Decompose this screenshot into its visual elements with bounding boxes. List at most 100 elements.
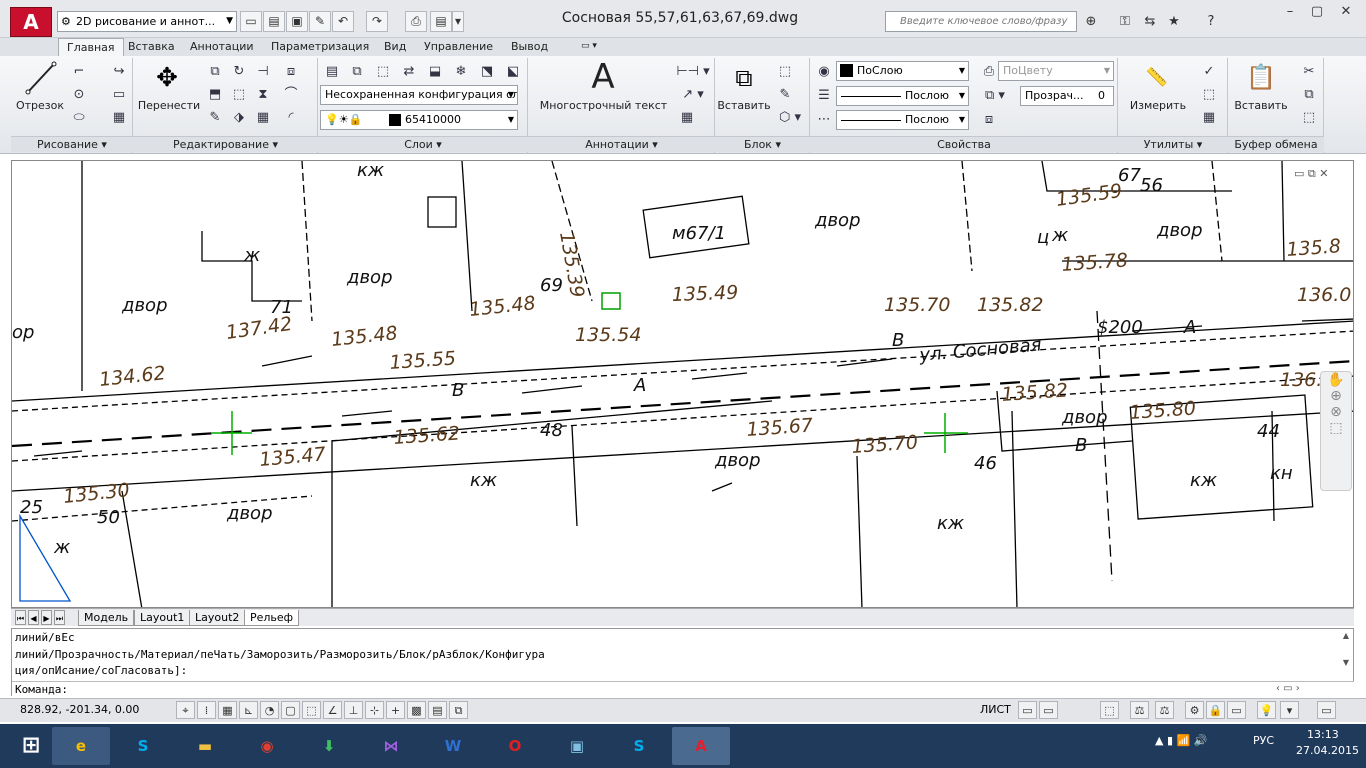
command-scrollbar[interactable]: ▲ ▼: [1340, 631, 1352, 679]
selection-cycling-icon[interactable]: ⧉: [449, 701, 468, 719]
coordinates-readout[interactable]: 828.92, -201.34, 0.00: [20, 703, 170, 719]
layer-config-combo[interactable]: Несохраненная конфигурация сл ▼: [320, 85, 518, 105]
arc-icon[interactable]: ↪: [108, 61, 130, 82]
opera-icon[interactable]: O: [486, 727, 544, 765]
binoculars-icon[interactable]: ⊕: [1080, 12, 1102, 32]
drawing-canvas[interactable]: 137.42 135.48 135.55 134.62 135.48 135.54 135.…: [11, 160, 1354, 608]
open-file-icon[interactable]: ▤: [263, 11, 285, 32]
lock-icon[interactable]: 🔒: [1206, 701, 1225, 719]
ie-icon[interactable]: e: [52, 727, 110, 765]
next-layout-icon[interactable]: ▶: [41, 610, 52, 625]
star-icon[interactable]: ★: [1163, 12, 1185, 32]
qat-dropdown-icon[interactable]: ▾: [452, 11, 464, 32]
tab-annotate[interactable]: Аннотации: [182, 38, 262, 56]
scale-icon[interactable]: ⬚: [228, 84, 250, 105]
tab-output[interactable]: Вывод: [503, 38, 556, 56]
workspace-select[interactable]: ⚙ 2D рисование и аннот... ▼: [57, 11, 237, 32]
cut-icon[interactable]: ✂: [1298, 61, 1320, 82]
layout-tab-layout2[interactable]: Layout2: [189, 610, 246, 626]
erase-icon[interactable]: ✎: [204, 107, 226, 128]
infer-icon[interactable]: ⌖: [176, 701, 195, 719]
explode-icon[interactable]: ⬗: [228, 107, 250, 128]
paste-icon[interactable]: 📋: [1244, 60, 1278, 94]
quick-access-more-icon[interactable]: ▤: [430, 11, 452, 32]
skype-icon-2[interactable]: S: [610, 727, 668, 765]
layout-tab-model[interactable]: Модель: [78, 610, 135, 626]
layer-lock-icon[interactable]: ⬔: [476, 61, 498, 82]
autocad-task-icon[interactable]: A: [672, 727, 730, 765]
copy-clip-icon[interactable]: ⧉: [1298, 84, 1320, 105]
panel-clipboard-footer[interactable]: Буфер обмена: [1228, 136, 1324, 152]
move-icon[interactable]: ✥: [150, 62, 184, 94]
tray-language[interactable]: РУС: [1253, 734, 1274, 747]
print-icon[interactable]: ⎙: [405, 11, 427, 32]
create-block-icon[interactable]: ⬚: [774, 61, 796, 82]
undo-icon[interactable]: ↶: [332, 11, 354, 32]
transparency-field[interactable]: Прозрач... 0: [1020, 86, 1114, 106]
exchange-icon[interactable]: ⇆: [1139, 12, 1161, 32]
match-properties-icon[interactable]: ◉: [813, 61, 835, 82]
first-layout-icon[interactable]: ⏮: [15, 610, 26, 625]
panel-modify-footer[interactable]: Редактирование ▾: [133, 136, 318, 152]
mtext-icon[interactable]: A: [585, 58, 621, 96]
layer-isolate-icon[interactable]: ⬚: [372, 61, 394, 82]
ellipse-icon[interactable]: ⬭: [68, 107, 90, 128]
save-icon[interactable]: ▣: [286, 11, 308, 32]
viewport-window-controls[interactable]: ▭ ⧉ ✕: [1294, 167, 1350, 183]
panel-properties-footer[interactable]: Свойства: [810, 136, 1118, 152]
mirror-icon[interactable]: ⧗: [252, 84, 274, 105]
annotation-visibility-icon[interactable]: ⚖: [1155, 701, 1174, 719]
polar-icon[interactable]: ◔: [260, 701, 279, 719]
quick-props-icon[interactable]: ▤: [428, 701, 447, 719]
copy-base-icon[interactable]: ⬚: [1298, 107, 1320, 128]
layer-freeze-icon[interactable]: ❄: [450, 61, 472, 82]
last-layout-icon[interactable]: ⏭: [54, 610, 65, 625]
panel-block-footer[interactable]: Блок ▾: [715, 136, 810, 152]
status-menu-icon[interactable]: ▾: [1280, 701, 1299, 719]
isolate-objects-icon[interactable]: 💡: [1257, 701, 1276, 719]
polyline-icon[interactable]: ⌐: [68, 61, 90, 82]
dimension-icon[interactable]: ⊢⊣ ▾: [676, 61, 710, 82]
key-icon[interactable]: ⚿: [1114, 12, 1136, 32]
transparency-toggle-icon[interactable]: ▩: [407, 701, 426, 719]
layout-tab-relief[interactable]: Рельеф: [244, 610, 300, 626]
insert-block-icon[interactable]: ⧉: [727, 62, 761, 94]
panel-utilities-footer[interactable]: Утилиты ▾: [1118, 136, 1228, 152]
help-icon[interactable]: ?: [1200, 12, 1222, 32]
ribbon-minimize-icon[interactable]: ▭ ▾: [573, 38, 605, 56]
select-all-icon[interactable]: ⬚: [1198, 84, 1220, 105]
rotate-icon[interactable]: ↻: [228, 61, 250, 82]
quick-view-layouts-icon[interactable]: ▭: [1018, 701, 1037, 719]
explorer-icon[interactable]: ▬: [176, 727, 234, 765]
chamfer-icon[interactable]: ◜: [280, 107, 302, 128]
annotation-scale-icon[interactable]: ⚖: [1130, 701, 1149, 719]
layer-properties-icon[interactable]: ▤: [321, 61, 343, 82]
offset-icon[interactable]: ⧈: [280, 61, 302, 82]
maximize-button[interactable]: ▢: [1303, 4, 1331, 22]
edit-block-icon[interactable]: ✎: [774, 84, 796, 105]
plotstyle-combo[interactable]: ПоЦвету ▼: [998, 61, 1114, 81]
navigation-bar[interactable]: ✋ ⊕ ⊗ ⬚: [1320, 371, 1352, 491]
command-input[interactable]: [12, 681, 1354, 696]
otrack-icon[interactable]: ∠: [323, 701, 342, 719]
ducs-icon[interactable]: ⊥: [344, 701, 363, 719]
lineweight-combo[interactable]: Послою ▼: [836, 86, 969, 106]
photo-viewer-icon[interactable]: ▣: [548, 727, 606, 765]
panel-draw-footer[interactable]: Рисование ▾: [11, 136, 133, 152]
command-hscroll[interactable]: ‹ ▭ ›: [1276, 683, 1336, 695]
clean-screen-icon[interactable]: ▭: [1317, 701, 1336, 719]
close-button[interactable]: ✕: [1332, 4, 1360, 22]
tray-date[interactable]: 27.04.2015: [1296, 744, 1359, 757]
list-properties-icon[interactable]: ⧉ ▾: [978, 85, 1012, 106]
hardware-accel-icon[interactable]: ▭: [1227, 701, 1246, 719]
panel-layers-footer[interactable]: Слои ▾: [318, 136, 528, 152]
tab-home[interactable]: Главная: [58, 38, 124, 56]
hatch-icon[interactable]: ▦: [108, 107, 130, 128]
circle-icon[interactable]: ⊙: [68, 84, 90, 105]
download-icon[interactable]: ⬇: [300, 727, 358, 765]
minimize-button[interactable]: –: [1276, 4, 1304, 22]
panel-annotation-footer[interactable]: Аннотации ▾: [528, 136, 715, 152]
layer-match-icon[interactable]: ⇄: [398, 61, 420, 82]
dyn-icon[interactable]: ⊹: [365, 701, 384, 719]
skype-icon[interactable]: S: [114, 727, 172, 765]
